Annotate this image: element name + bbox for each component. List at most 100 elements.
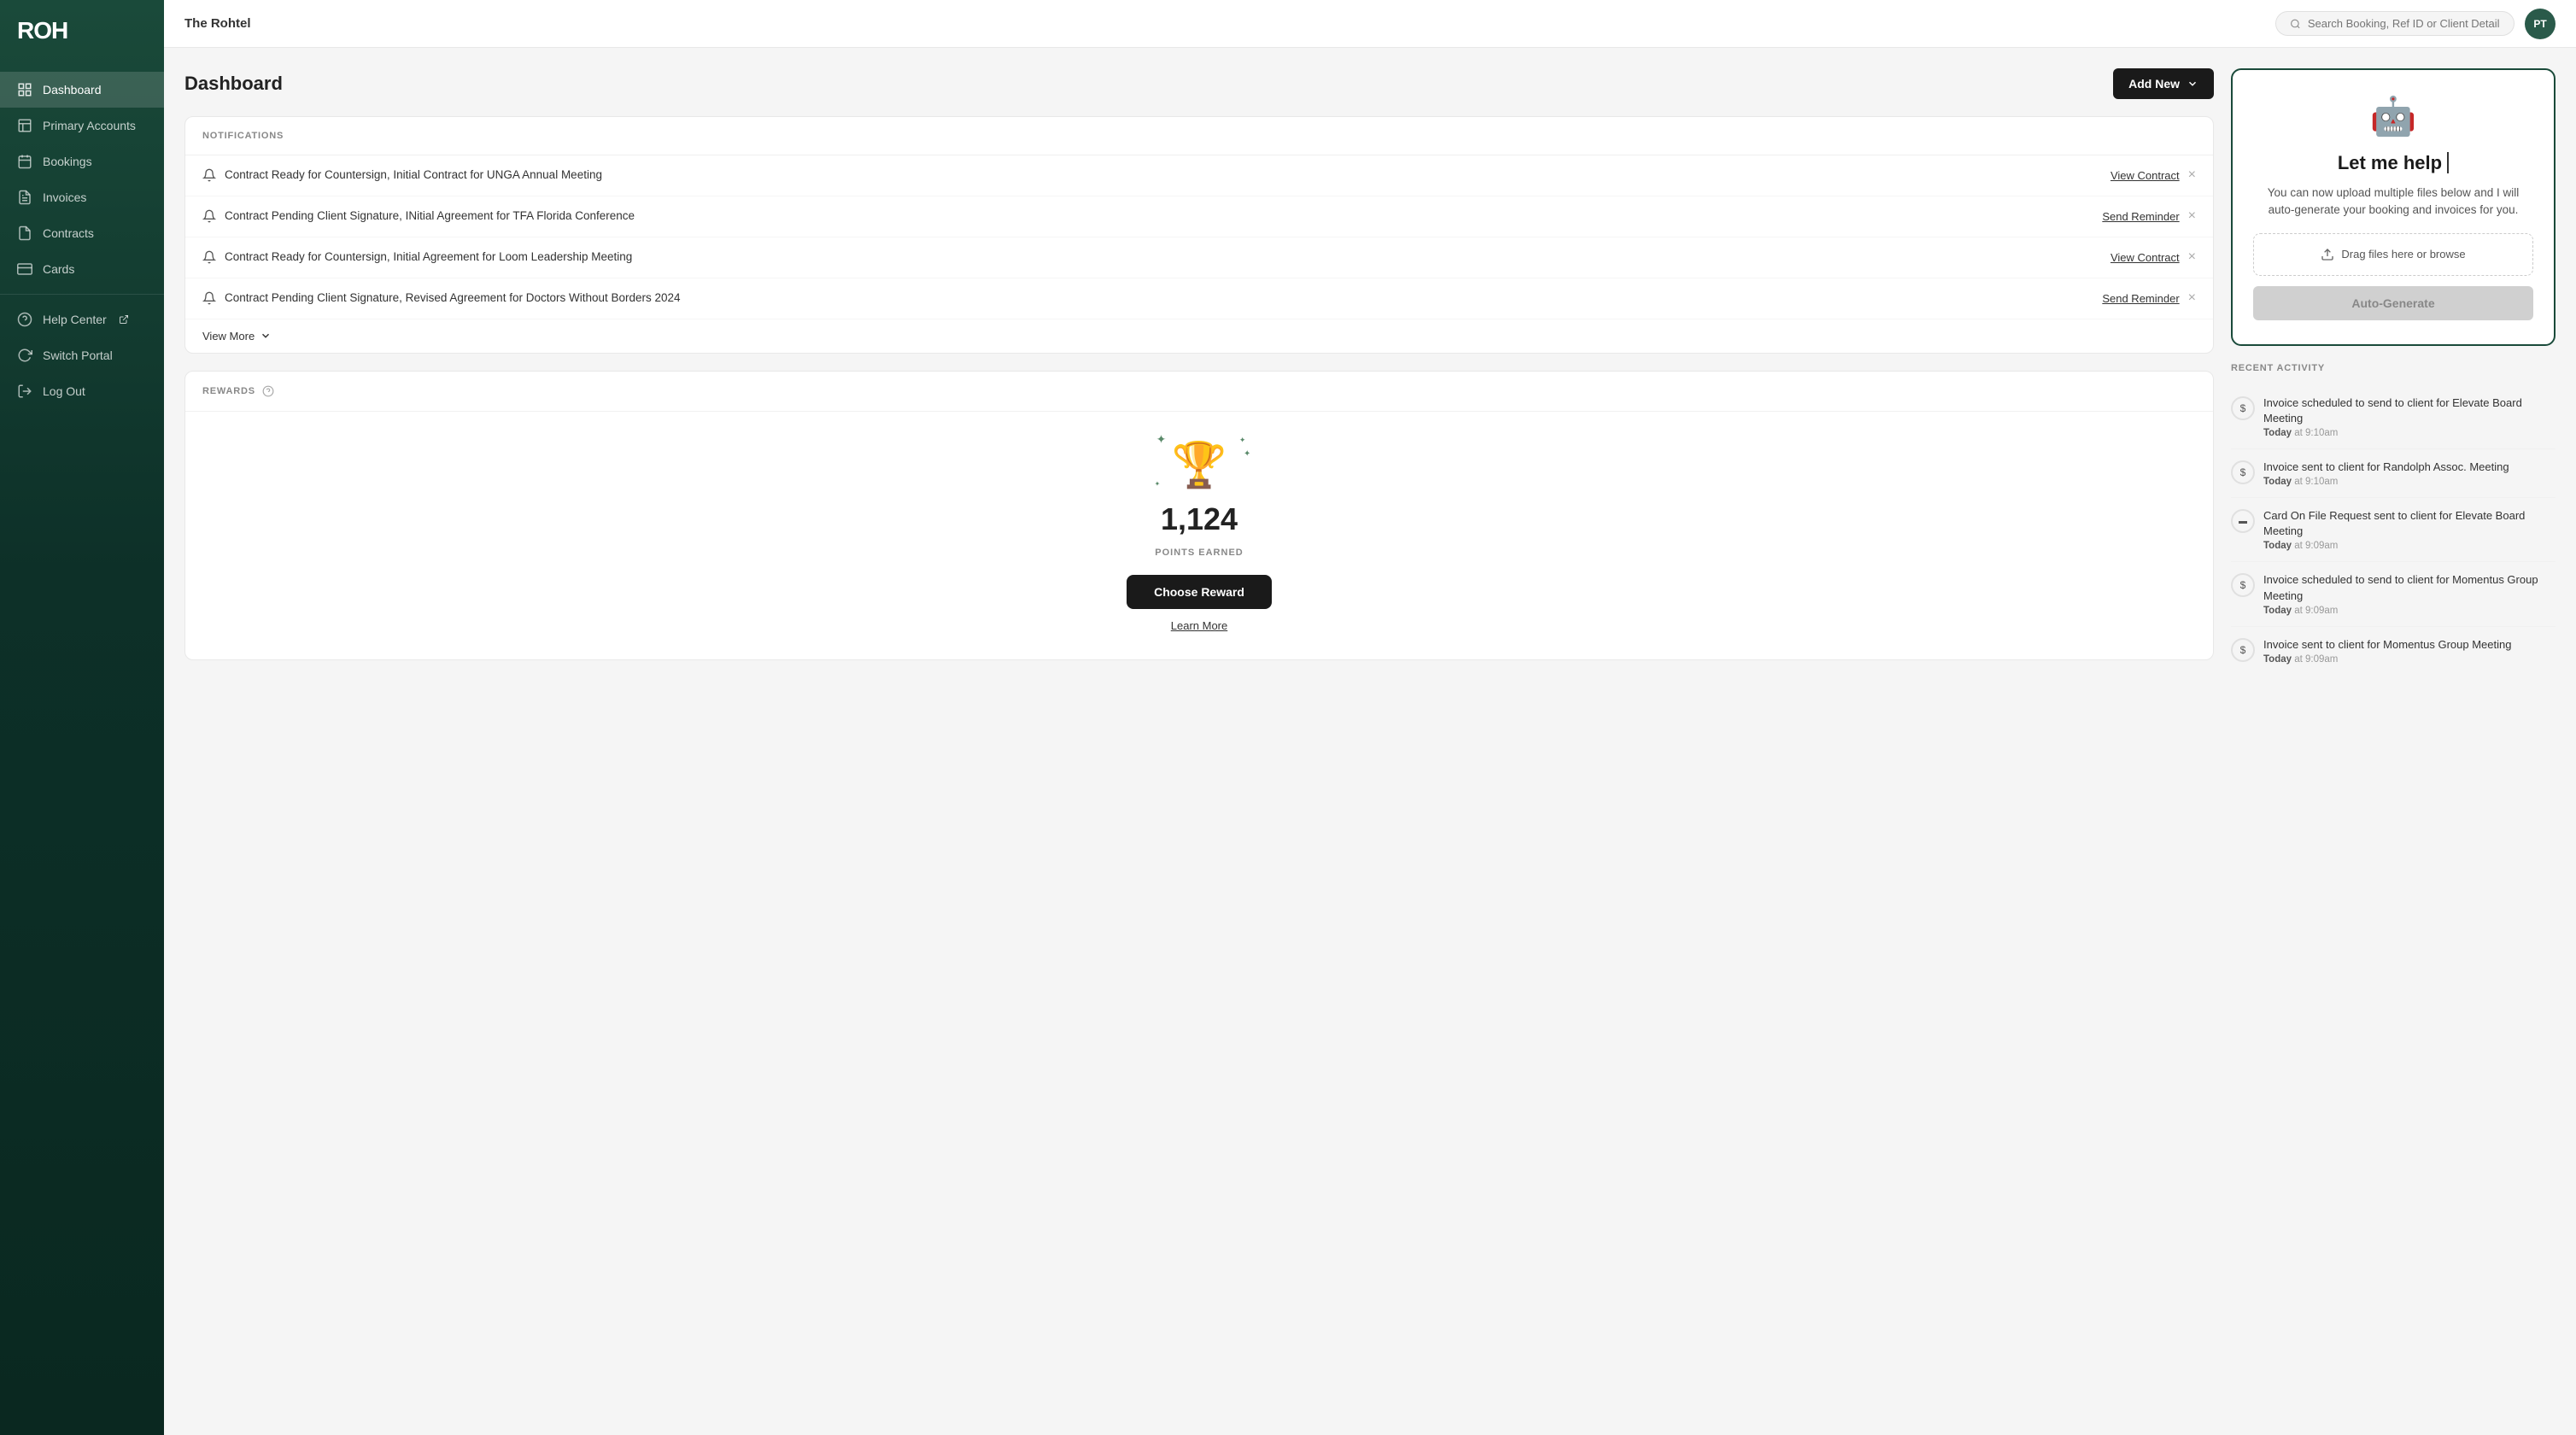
activity-time-2: Today at 9:09am bbox=[2263, 541, 2556, 551]
search-box[interactable] bbox=[2275, 11, 2515, 36]
sidebar-label-cards: Cards bbox=[43, 262, 74, 276]
notification-item: Contract Pending Client Signature, Revis… bbox=[185, 278, 2213, 319]
search-input[interactable] bbox=[2308, 17, 2500, 30]
activity-desc-3: Invoice scheduled to send to client for … bbox=[2263, 572, 2556, 603]
learn-more-link[interactable]: Learn More bbox=[1171, 619, 1227, 632]
file-icon bbox=[17, 226, 32, 241]
send-reminder-link-3[interactable]: Send Reminder bbox=[2102, 292, 2179, 305]
view-contract-link-2[interactable]: View Contract bbox=[2111, 251, 2180, 264]
close-notification-0[interactable]: × bbox=[2188, 168, 2196, 182]
ai-description: You can now upload multiple files below … bbox=[2253, 184, 2533, 220]
search-icon bbox=[2290, 18, 2301, 30]
notifications-header: NOTIFICATIONS bbox=[185, 117, 2213, 155]
logo: ROH bbox=[17, 17, 147, 44]
credit-card-icon bbox=[17, 261, 32, 277]
sidebar-label-primary-accounts: Primary Accounts bbox=[43, 119, 136, 132]
close-notification-2[interactable]: × bbox=[2188, 250, 2196, 264]
add-new-button[interactable]: Add New bbox=[2113, 68, 2214, 99]
auto-generate-button[interactable]: Auto-Generate bbox=[2253, 286, 2533, 320]
sidebar-item-cards[interactable]: Cards bbox=[0, 251, 164, 287]
sidebar-bottom: Help Center Switch Portal Log Out bbox=[0, 294, 164, 426]
notifications-card: NOTIFICATIONS Contract Ready for Counter… bbox=[184, 116, 2214, 354]
notification-left: Contract Ready for Countersign, Initial … bbox=[202, 167, 2097, 184]
add-new-label: Add New bbox=[2128, 77, 2180, 91]
sidebar-item-bookings[interactable]: Bookings bbox=[0, 144, 164, 179]
right-panel: 🤖 Let me help You can now upload multipl… bbox=[2231, 68, 2556, 1414]
sidebar-label-switch-portal: Switch Portal bbox=[43, 348, 113, 362]
notification-right-1: Send Reminder × bbox=[2102, 209, 2196, 223]
activity-desc-2: Card On File Request sent to client for … bbox=[2263, 508, 2556, 539]
view-more-row[interactable]: View More bbox=[185, 319, 2213, 353]
left-panel: Dashboard Add New NOTIFICATIONS bbox=[184, 68, 2214, 1414]
notification-text-1: Contract Pending Client Signature, INiti… bbox=[225, 208, 635, 225]
bell-icon bbox=[202, 291, 216, 305]
sidebar-item-log-out[interactable]: Log Out bbox=[0, 373, 164, 409]
page-header: Dashboard Add New bbox=[184, 68, 2214, 99]
rewards-body: ✦ ✦ ✦ ✦ 🏆 1,124 POINTS EARNED Choose Rew… bbox=[185, 412, 2213, 659]
activity-desc-1: Invoice sent to client for Randolph Asso… bbox=[2263, 460, 2556, 475]
activity-text-1: Invoice sent to client for Randolph Asso… bbox=[2263, 460, 2556, 487]
grid-icon bbox=[17, 82, 32, 97]
body-area: Dashboard Add New NOTIFICATIONS bbox=[164, 48, 2576, 1435]
activity-item-4: $ Invoice sent to client for Momentus Gr… bbox=[2231, 627, 2556, 675]
activity-text-0: Invoice scheduled to send to client for … bbox=[2263, 395, 2556, 438]
avatar[interactable]: PT bbox=[2525, 9, 2556, 39]
send-reminder-link-1[interactable]: Send Reminder bbox=[2102, 210, 2179, 223]
ai-assistant-card: 🤖 Let me help You can now upload multipl… bbox=[2231, 68, 2556, 346]
trophy-icon: 🏆 bbox=[1172, 441, 1227, 490]
refresh-icon bbox=[17, 348, 32, 363]
sparkle-1: ✦ bbox=[1156, 432, 1167, 447]
invoice-icon-0: $ bbox=[2231, 396, 2255, 420]
invoice-icon-3: $ bbox=[2231, 573, 2255, 597]
sidebar-item-switch-portal[interactable]: Switch Portal bbox=[0, 337, 164, 373]
external-link-icon bbox=[119, 314, 129, 325]
notification-text-0: Contract Ready for Countersign, Initial … bbox=[225, 167, 602, 184]
sidebar-item-invoices[interactable]: Invoices bbox=[0, 179, 164, 215]
activity-text-3: Invoice scheduled to send to client for … bbox=[2263, 572, 2556, 615]
sidebar-label-dashboard: Dashboard bbox=[43, 83, 102, 97]
upload-label: Drag files here or browse bbox=[2341, 248, 2465, 261]
points-label: POINTS EARNED bbox=[1155, 548, 1243, 558]
invoice-icon-4: $ bbox=[2231, 638, 2255, 662]
close-notification-1[interactable]: × bbox=[2188, 209, 2196, 223]
notification-item: Contract Pending Client Signature, INiti… bbox=[185, 196, 2213, 237]
ai-title: Let me help bbox=[2338, 152, 2449, 174]
page-title: Dashboard bbox=[184, 73, 283, 95]
activity-desc-0: Invoice scheduled to send to client for … bbox=[2263, 395, 2556, 426]
sidebar-item-contracts[interactable]: Contracts bbox=[0, 215, 164, 251]
rewards-title: REWARDS bbox=[202, 386, 255, 396]
help-circle-icon bbox=[262, 385, 274, 397]
invoice-icon-1: $ bbox=[2231, 460, 2255, 484]
activity-item-1: $ Invoice sent to client for Randolph As… bbox=[2231, 449, 2556, 498]
notification-left: Contract Pending Client Signature, Revis… bbox=[202, 290, 2088, 307]
ai-robot-icon: 🤖 bbox=[2370, 94, 2417, 138]
notification-left: Contract Pending Client Signature, INiti… bbox=[202, 208, 2088, 225]
help-circle-icon bbox=[17, 312, 32, 327]
notification-text-2: Contract Ready for Countersign, Initial … bbox=[225, 249, 632, 266]
sidebar: ROH Dashboard Primary Accounts Bookings bbox=[0, 0, 164, 1435]
sidebar-item-dashboard[interactable]: Dashboard bbox=[0, 72, 164, 108]
sidebar-item-help-center[interactable]: Help Center bbox=[0, 302, 164, 337]
bell-icon bbox=[202, 168, 216, 182]
activity-time-1: Today at 9:10am bbox=[2263, 477, 2556, 487]
sidebar-label-help-center: Help Center bbox=[43, 313, 107, 326]
sidebar-label-bookings: Bookings bbox=[43, 155, 92, 168]
close-notification-3[interactable]: × bbox=[2188, 291, 2196, 305]
venue-title: The Rohtel bbox=[184, 16, 251, 31]
notification-item: Contract Ready for Countersign, Initial … bbox=[185, 237, 2213, 278]
calendar-icon bbox=[17, 154, 32, 169]
notification-right-2: View Contract × bbox=[2111, 250, 2196, 264]
activity-item-2: ▬ Card On File Request sent to client fo… bbox=[2231, 498, 2556, 562]
points-number: 1,124 bbox=[1161, 501, 1238, 537]
view-contract-link-0[interactable]: View Contract bbox=[2111, 169, 2180, 182]
sparkle-2: ✦ bbox=[1239, 436, 1246, 445]
trophy-container: ✦ ✦ ✦ ✦ 🏆 bbox=[1172, 439, 1227, 491]
choose-reward-button[interactable]: Choose Reward bbox=[1127, 575, 1272, 609]
notification-item: Contract Ready for Countersign, Initial … bbox=[185, 155, 2213, 196]
activity-time-3: Today at 9:09am bbox=[2263, 606, 2556, 616]
building-icon bbox=[17, 118, 32, 133]
sidebar-item-primary-accounts[interactable]: Primary Accounts bbox=[0, 108, 164, 144]
upload-area[interactable]: Drag files here or browse bbox=[2253, 233, 2533, 276]
sparkle-3: ✦ bbox=[1155, 480, 1161, 488]
activity-item-3: $ Invoice scheduled to send to client fo… bbox=[2231, 562, 2556, 626]
